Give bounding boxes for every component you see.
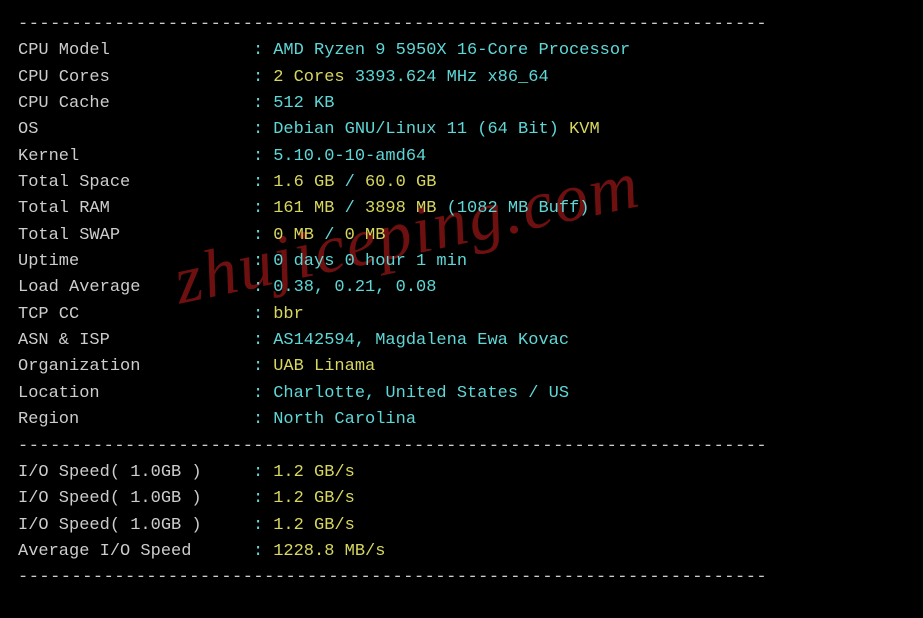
label-organization: Organization (18, 354, 253, 380)
colon: : (253, 170, 263, 196)
label-total-ram: Total RAM (18, 196, 253, 222)
colon: : (253, 65, 263, 91)
row-asn-isp: ASN & ISP : AS142594, Magdalena Ewa Kova… (18, 328, 905, 354)
colon: : (253, 381, 263, 407)
label-total-space: Total Space (18, 170, 253, 196)
label-cpu-model: CPU Model (18, 38, 253, 64)
label-io-test: I/O Speed( 1.0GB ) (18, 513, 253, 539)
colon: : (253, 302, 263, 328)
colon: : (253, 249, 263, 275)
label-cpu-cores: CPU Cores (18, 65, 253, 91)
value-organization: UAB Linama (273, 354, 375, 380)
value-swap-used: 0 MB (273, 223, 314, 249)
row-cpu-model: CPU Model : AMD Ryzen 9 5950X 16-Core Pr… (18, 38, 905, 64)
label-region: Region (18, 407, 253, 433)
row-load-avg: Load Average : 0.38, 0.21, 0.08 (18, 275, 905, 301)
divider-mid: ----------------------------------------… (18, 434, 905, 460)
colon: : (253, 223, 263, 249)
value-os-virt: KVM (569, 117, 600, 143)
value-cpu-cache: 512 KB (273, 91, 334, 117)
colon: : (253, 513, 263, 539)
value-region: North Carolina (273, 407, 416, 433)
label-load-avg: Load Average (18, 275, 253, 301)
label-io-test: I/O Speed( 1.0GB ) (18, 486, 253, 512)
row-uptime: Uptime : 0 days 0 hour 1 min (18, 249, 905, 275)
row-total-space: Total Space : 1.6 GB / 60.0 GB (18, 170, 905, 196)
value-cpu-freq: 3393.624 MHz x86_64 (355, 65, 549, 91)
value-io-test: 1.2 GB/s (273, 460, 355, 486)
value-cpu-model: AMD Ryzen 9 5950X 16-Core Processor (273, 38, 630, 64)
label-uptime: Uptime (18, 249, 253, 275)
label-tcp-cc: TCP CC (18, 302, 253, 328)
colon: : (253, 38, 263, 64)
value-ram-total: 3898 MB (365, 196, 436, 222)
colon: : (253, 354, 263, 380)
value-load-avg: 0.38, 0.21, 0.08 (273, 275, 436, 301)
terminal-output: ----------------------------------------… (18, 12, 905, 592)
divider-bottom: ----------------------------------------… (18, 565, 905, 591)
value-location: Charlotte, United States / US (273, 381, 569, 407)
colon: : (253, 407, 263, 433)
label-os: OS (18, 117, 253, 143)
row-organization: Organization : UAB Linama (18, 354, 905, 380)
label-cpu-cache: CPU Cache (18, 91, 253, 117)
label-total-swap: Total SWAP (18, 223, 253, 249)
row-io-test-0: I/O Speed( 1.0GB ) : 1.2 GB/s (18, 460, 905, 486)
row-io-test-2: I/O Speed( 1.0GB ) : 1.2 GB/s (18, 513, 905, 539)
value-io-average: 1228.8 MB/s (273, 539, 385, 565)
colon: : (253, 196, 263, 222)
divider-top: ----------------------------------------… (18, 12, 905, 38)
row-os: OS : Debian GNU/Linux 11 (64 Bit) KVM (18, 117, 905, 143)
colon: : (253, 328, 263, 354)
value-space-total: 60.0 GB (365, 170, 436, 196)
row-tcp-cc: TCP CC : bbr (18, 302, 905, 328)
value-space-used: 1.6 GB (273, 170, 334, 196)
colon: : (253, 460, 263, 486)
value-kernel: 5.10.0-10-amd64 (273, 144, 426, 170)
row-kernel: Kernel : 5.10.0-10-amd64 (18, 144, 905, 170)
value-io-test: 1.2 GB/s (273, 486, 355, 512)
row-cpu-cache: CPU Cache : 512 KB (18, 91, 905, 117)
label-io-average: Average I/O Speed (18, 539, 253, 565)
row-total-swap: Total SWAP : 0 MB / 0 MB (18, 223, 905, 249)
label-kernel: Kernel (18, 144, 253, 170)
colon: : (253, 144, 263, 170)
label-asn-isp: ASN & ISP (18, 328, 253, 354)
value-ram-buff: (1082 MB Buff) (447, 196, 590, 222)
row-region: Region : North Carolina (18, 407, 905, 433)
value-io-test: 1.2 GB/s (273, 513, 355, 539)
value-swap-total: 0 MB (345, 223, 386, 249)
colon: : (253, 91, 263, 117)
colon: : (253, 275, 263, 301)
value-asn-isp: AS142594, Magdalena Ewa Kovac (273, 328, 569, 354)
row-total-ram: Total RAM : 161 MB / 3898 MB (1082 MB Bu… (18, 196, 905, 222)
value-cpu-cores: 2 Cores (273, 65, 344, 91)
value-os-name: Debian GNU/Linux 11 (64 Bit) (273, 117, 559, 143)
row-io-average: Average I/O Speed : 1228.8 MB/s (18, 539, 905, 565)
value-uptime: 0 days 0 hour 1 min (273, 249, 467, 275)
colon: : (253, 486, 263, 512)
label-location: Location (18, 381, 253, 407)
row-location: Location : Charlotte, United States / US (18, 381, 905, 407)
value-ram-used: 161 MB (273, 196, 334, 222)
value-tcp-cc: bbr (273, 302, 304, 328)
colon: : (253, 539, 263, 565)
label-io-test: I/O Speed( 1.0GB ) (18, 460, 253, 486)
row-io-test-1: I/O Speed( 1.0GB ) : 1.2 GB/s (18, 486, 905, 512)
row-cpu-cores: CPU Cores : 2 Cores 3393.624 MHz x86_64 (18, 65, 905, 91)
colon: : (253, 117, 263, 143)
